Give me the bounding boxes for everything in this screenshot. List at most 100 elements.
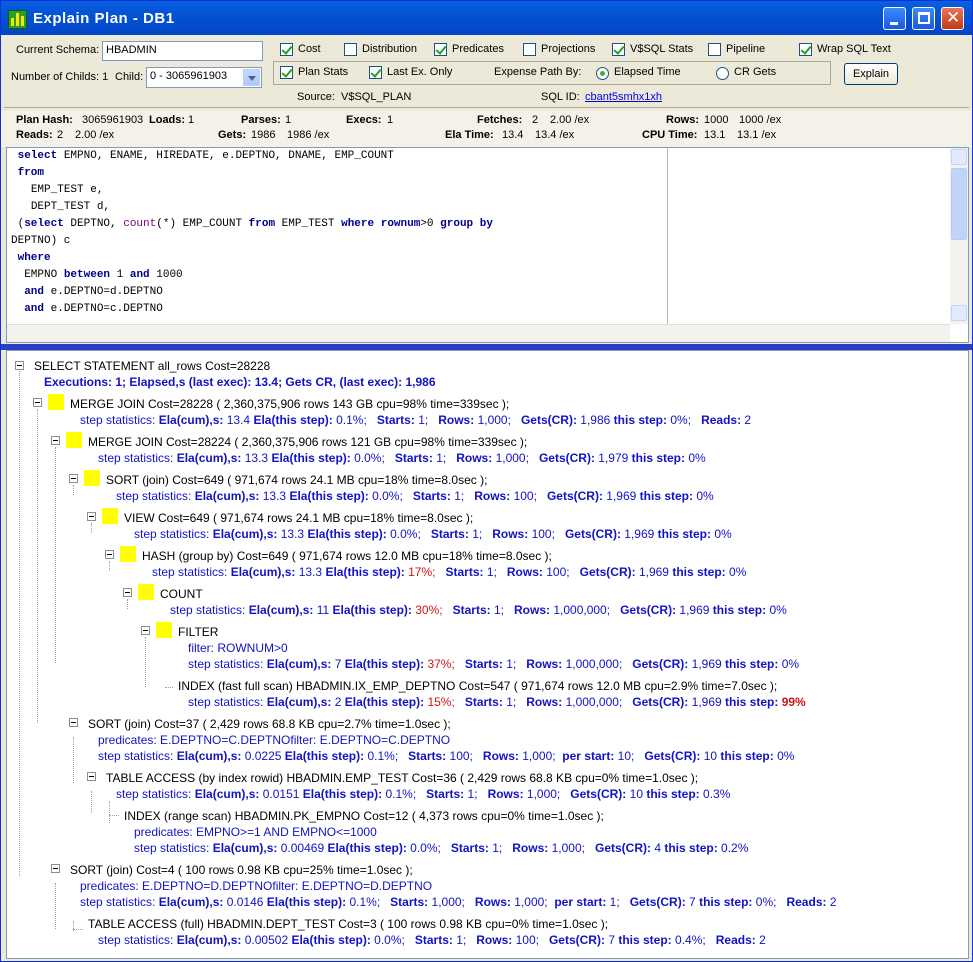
plan-node-index[interactable]: INDEX (range scan) HBADMIN.PK_EMPNO Cost… <box>124 809 604 824</box>
plan-stats-checkbox[interactable] <box>280 66 293 79</box>
collapse-toggle[interactable] <box>87 772 96 781</box>
chevron-down-icon[interactable] <box>243 69 260 86</box>
projections-checkbox[interactable] <box>523 43 536 56</box>
projections-label: Projections <box>541 43 596 55</box>
fetches-label: Fetches: <box>477 114 523 126</box>
collapse-toggle[interactable] <box>69 718 78 727</box>
node-marker-icon <box>48 394 64 410</box>
pipeline-checkbox[interactable] <box>708 43 721 56</box>
sql-text-area[interactable]: select EMPNO, ENAME, HIREDATE, e.DEPTNO,… <box>7 148 668 324</box>
sql-line: where <box>17 252 51 264</box>
plan-node-merge-join[interactable]: MERGE JOIN Cost=28224 ( 2,360,375,906 ro… <box>88 435 527 450</box>
step-statistics: step statistics: Ela(cum),s: 0.00469 Ela… <box>134 841 749 855</box>
node-marker-icon <box>84 470 100 486</box>
execs-value: 1 <box>387 114 394 126</box>
step-statistics: step statistics: Ela(cum),s: 11 Ela(this… <box>170 603 787 617</box>
schema-label: Current Schema: <box>16 44 100 56</box>
scroll-down-icon[interactable] <box>951 305 967 321</box>
vertical-scrollbar[interactable] <box>950 148 968 324</box>
horizontal-scrollbar[interactable] <box>7 324 950 342</box>
predicates: predicates: E.DEPTNO=C.DEPTNOfilter: E.D… <box>98 733 451 747</box>
node-marker-icon <box>156 622 172 638</box>
plan-node-sort[interactable]: SORT (join) Cost=4 ( 100 rows 0.98 KB cp… <box>70 863 413 878</box>
source-value: V$SQL_PLAN <box>341 91 412 103</box>
collapse-toggle[interactable] <box>51 864 60 873</box>
predicates: predicates: EMPNO>=1 AND EMPNO<=1000 <box>134 825 377 839</box>
title-bar[interactable]: Explain Plan - DB1 ✕ <box>1 1 972 35</box>
plan-node-merge-join[interactable]: MERGE JOIN Cost=28228 ( 2,360,375,906 ro… <box>70 397 509 412</box>
plan-hash-label: Plan Hash: <box>16 114 73 126</box>
collapse-toggle[interactable] <box>87 512 96 521</box>
rows-value: 1000 <box>704 114 729 126</box>
crgets-radio[interactable] <box>716 67 729 80</box>
last-ex-label: Last Ex. Only <box>387 66 453 78</box>
child-label: Child: <box>115 71 144 83</box>
plan-node-index[interactable]: INDEX (fast full scan) HBADMIN.IX_EMP_DE… <box>178 679 777 694</box>
explain-button[interactable]: Explain <box>844 63 898 85</box>
plan-stats-label: Plan Stats <box>298 66 349 78</box>
filter-predicate: filter: ROWNUM>0 <box>188 641 288 655</box>
sql-text-editor[interactable]: select EMPNO, ENAME, HIREDATE, e.DEPTNO,… <box>6 147 969 343</box>
collapse-toggle[interactable] <box>105 550 114 559</box>
collapse-toggle[interactable] <box>141 626 150 635</box>
maximize-button[interactable] <box>912 7 935 30</box>
ela-time-label: Ela Time: <box>445 129 494 141</box>
cpu-time-per-exec: 13.1 /ex <box>737 129 777 141</box>
collapse-toggle[interactable] <box>51 436 60 445</box>
plan-tree[interactable]: SELECT STATEMENT all_rows Cost=28228 Exe… <box>6 350 969 959</box>
scroll-thumb[interactable] <box>951 168 967 240</box>
distribution-checkbox[interactable] <box>344 43 357 56</box>
plan-node-sort[interactable]: SORT (join) Cost=649 ( 971,674 rows 24.1… <box>106 473 487 488</box>
wrap-sql-checkbox[interactable] <box>799 43 812 56</box>
sql-line: DEPTNO) c <box>11 235 71 247</box>
expense-path-label: Expense Path By: <box>494 66 582 78</box>
root-exec-stats: Executions: 1; Elapsed,s (last exec): 13… <box>44 375 436 389</box>
close-button[interactable]: ✕ <box>941 7 964 30</box>
tree-line <box>109 815 119 816</box>
execs-label: Execs: <box>346 114 382 126</box>
tree-line <box>109 561 110 571</box>
app-icon <box>8 10 27 29</box>
sql-id-link[interactable]: cbant5smhx1xh <box>585 91 662 103</box>
plan-node-view[interactable]: VIEW Cost=649 ( 971,674 rows 24.1 MB cpu… <box>124 511 473 526</box>
collapse-toggle[interactable] <box>15 361 24 370</box>
plan-node-table-access[interactable]: TABLE ACCESS (full) HBADMIN.DEPT_TEST Co… <box>88 917 608 932</box>
plan-node-filter[interactable]: FILTER <box>178 625 218 640</box>
vsql-stats-checkbox[interactable] <box>612 43 625 56</box>
source-label: Source: <box>297 91 335 103</box>
fetches-per-exec: 2.00 /ex <box>550 114 590 126</box>
reads-per-exec: 2.00 /ex <box>75 129 115 141</box>
gets-label: Gets: <box>218 129 247 141</box>
plan-node-select[interactable]: SELECT STATEMENT all_rows Cost=28228 <box>34 359 270 374</box>
crgets-label: CR Gets <box>734 66 777 78</box>
vsql-stats-label: V$SQL Stats <box>630 43 694 55</box>
sql-line: DEPT_TEST d, <box>30 201 111 213</box>
tree-line <box>91 523 92 533</box>
minimize-button[interactable] <box>883 7 906 30</box>
collapse-toggle[interactable] <box>33 398 42 407</box>
gets-per-exec: 1986 /ex <box>287 129 330 141</box>
ela-time-value: 13.4 <box>502 129 524 141</box>
last-ex-checkbox[interactable] <box>369 66 382 79</box>
schema-input[interactable]: HBADMIN <box>102 41 263 61</box>
distribution-label: Distribution <box>362 43 418 55</box>
predicates-checkbox[interactable] <box>434 43 447 56</box>
parses-value: 1 <box>285 114 292 126</box>
cpu-time-label: CPU Time: <box>642 129 698 141</box>
tree-line <box>165 687 173 688</box>
plan-node-table-access[interactable]: TABLE ACCESS (by index rowid) HBADMIN.EM… <box>106 771 698 786</box>
step-statistics: step statistics: Ela(cum),s: 13.4 Ela(th… <box>80 413 752 427</box>
cost-checkbox[interactable] <box>280 43 293 56</box>
elapsed-radio[interactable] <box>596 67 609 80</box>
plan-node-hash[interactable]: HASH (group by) Cost=649 ( 971,674 rows … <box>142 549 552 564</box>
collapse-toggle[interactable] <box>69 474 78 483</box>
cpu-time-value: 13.1 <box>704 129 726 141</box>
step-statistics: step statistics: Ela(cum),s: 13.3 Ela(th… <box>134 527 732 541</box>
plan-node-sort[interactable]: SORT (join) Cost=37 ( 2,429 rows 68.8 KB… <box>88 717 451 732</box>
plan-node-count[interactable]: COUNT <box>160 587 203 602</box>
scroll-up-icon[interactable] <box>951 149 967 165</box>
tree-line <box>73 929 83 930</box>
elapsed-label: Elapsed Time <box>614 66 681 78</box>
step-statistics: step statistics: Ela(cum),s: 13.3 Ela(th… <box>98 451 706 465</box>
collapse-toggle[interactable] <box>123 588 132 597</box>
